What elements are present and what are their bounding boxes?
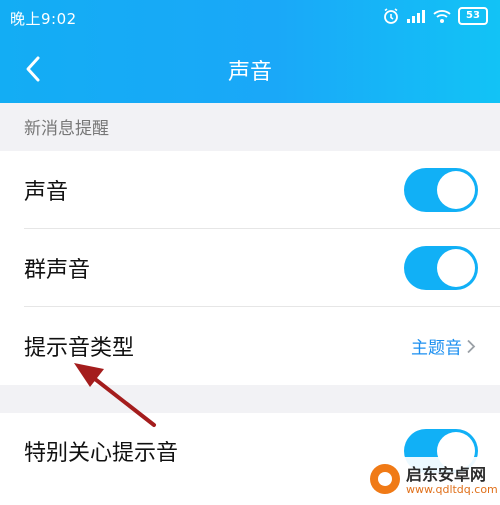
setting-row-group-sound[interactable]: 群声音: [0, 229, 500, 307]
sound-toggle[interactable]: [404, 168, 478, 212]
setting-row-tone-type[interactable]: 提示音类型 主题音: [0, 307, 500, 385]
toggle-knob: [437, 171, 475, 209]
setting-label-sound: 声音: [24, 180, 69, 205]
watermark-url: www.qdltdq.com: [406, 483, 498, 496]
battery-icon: 53: [458, 7, 488, 25]
alarm-icon: [384, 8, 398, 24]
watermark-logo: [370, 464, 400, 494]
toggle-knob: [437, 249, 475, 287]
group-sound-toggle[interactable]: [404, 246, 478, 290]
setting-label-tone-type: 提示音类型: [24, 336, 135, 361]
watermark: 启东安卓网 www.qdltdq.com: [364, 457, 498, 501]
nav-bar: 声音: [0, 36, 500, 103]
watermark-text: 启东安卓网: [406, 465, 487, 484]
section-label-new-message: 新消息提醒: [24, 119, 109, 139]
status-bar: 晚上9:02 53: [0, 0, 500, 36]
tone-type-value[interactable]: 主题音: [411, 334, 476, 359]
status-time: 晚上9:02: [10, 10, 77, 28]
chevron-right-icon: [467, 339, 476, 353]
setting-row-sound[interactable]: 声音: [0, 151, 500, 229]
setting-label-group-sound: 群声音: [24, 258, 91, 283]
wifi-icon: [433, 10, 451, 23]
app-header: 晚上9:02 53 声音: [0, 0, 500, 103]
signal-icon: [407, 10, 425, 23]
tone-type-value-text: 主题音: [411, 338, 462, 359]
setting-label-special-care: 特别关心提示音: [24, 441, 179, 466]
status-icons: 53: [382, 7, 488, 25]
page-title: 声音: [227, 60, 272, 85]
